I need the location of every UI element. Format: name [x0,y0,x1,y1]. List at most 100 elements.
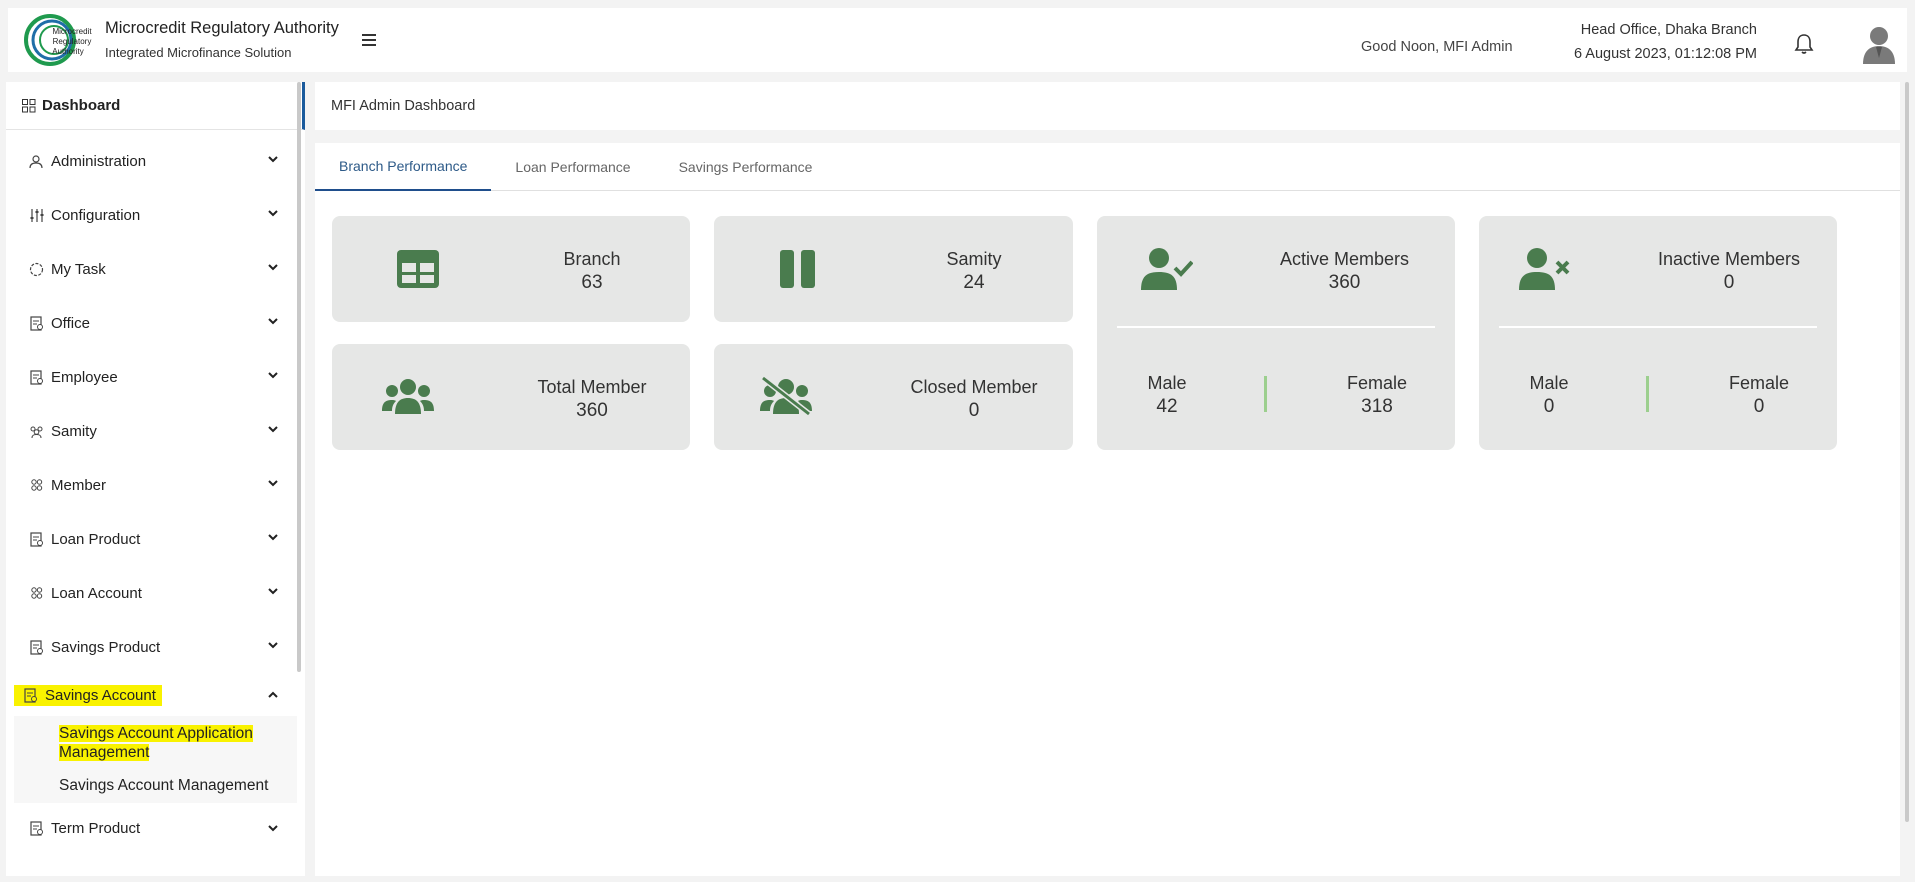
tab-loan-performance[interactable]: Loan Performance [491,143,654,191]
card-title: Closed Member [910,377,1038,397]
branch-info: Head Office, Dhaka Branch 6 August 2023,… [1574,18,1757,66]
sidebar-item-label: My Task [51,260,106,278]
closed-member-card: Closed Member 0 [714,344,1073,450]
chevron-down-icon [268,156,278,163]
sidebar-item-savings-product[interactable]: Savings Product [6,620,305,674]
org-name: Microcredit Regulatory Authority [105,19,339,37]
group-icon [28,423,44,439]
current-datetime: 6 August 2023, 01:12:08 PM [1574,46,1757,62]
document-icon [22,687,38,703]
female-label: Female [1346,373,1408,393]
sidebar-item-label: Loan Account [51,584,142,602]
mra-logo: Microcredit Regulatory Authority [24,14,92,66]
bell-icon[interactable] [1794,33,1814,55]
menu-toggle-icon[interactable] [362,34,376,46]
members-icon [28,585,44,601]
sidebar-menu: Administration Configuration My Task Off… [6,130,305,853]
card-divider [1117,326,1435,328]
chevron-down-icon [268,318,278,325]
inactive-members-card: Inactive Members 0 Male 0 Female 0 [1479,216,1837,450]
sidebar-item-savings-account[interactable]: Savings Account [6,674,305,716]
sidebar-item-label: Samity [51,422,97,440]
document-icon [28,820,44,836]
sidebar-item-label: Savings Product [51,638,161,656]
card-value: 0 [1723,272,1735,293]
male-label: Male [1529,373,1569,393]
female-value: 318 [1361,396,1393,417]
greeting-text: Good Noon, MFI Admin [1361,39,1513,55]
tab-bar: Branch Performance Loan Performance Savi… [315,143,1900,191]
users-icon [382,379,434,414]
user-avatar[interactable] [1861,24,1897,64]
sidebar-item-my-task[interactable]: My Task [6,242,305,296]
card-value: 0 [968,400,980,421]
sidebar-item-label: Savings Account [45,686,156,704]
submenu-item-savings-account-management[interactable]: Savings Account Management [14,772,297,799]
sidebar-item-administration[interactable]: Administration [6,134,305,188]
submenu-label: Savings Account Management [59,777,269,794]
page-scrollbar[interactable] [1905,82,1909,822]
org-subtitle: Integrated Microfinance Solution [105,45,292,60]
document-icon [28,531,44,547]
card-title: Total Member [537,377,647,397]
card-value: 360 [1328,272,1361,293]
table-icon [397,250,439,288]
savings-account-submenu: Savings Account Application Management S… [14,716,297,803]
brand-block: Microcredit Regulatory Authority Integra… [105,19,339,60]
branch-name: Head Office, Dhaka Branch [1580,22,1757,38]
male-label: Male [1147,373,1187,393]
highlight: Savings Account [14,684,162,706]
chevron-down-icon [268,642,278,649]
submenu-label: Savings Account Application Management [59,725,253,761]
user-check-icon [1141,248,1193,290]
samity-card: Samity 24 [714,216,1073,322]
tab-savings-performance[interactable]: Savings Performance [655,143,837,191]
sidebar-item-label: Employee [51,368,118,386]
sidebar-item-employee[interactable]: Employee [6,350,305,404]
card-title: Branch [563,249,621,269]
sidebar-scrollbar[interactable] [297,82,301,672]
total-member-card: Total Member 360 [332,344,690,450]
sidebar-item-samity[interactable]: Samity [6,404,305,458]
sidebar-item-loan-account[interactable]: Loan Account [6,566,305,620]
document-icon [28,315,44,331]
sidebar-item-label: Member [51,476,107,494]
card-title: Samity [946,249,1002,269]
gender-divider [1264,376,1267,412]
chevron-down-icon [268,210,278,217]
submenu-item-savings-application[interactable]: Savings Account Application Management [14,720,297,766]
dashboard-label: Dashboard [42,97,121,114]
chevron-down-icon [268,534,278,541]
chevron-up-icon [268,691,278,698]
male-value: 0 [1543,396,1555,417]
sidebar: Dashboard Administration Configuration M… [6,82,305,876]
card-value: 63 [581,272,603,293]
sidebar-item-member[interactable]: Member [6,458,305,512]
dashboard-panel: Branch Performance Loan Performance Savi… [315,143,1900,876]
chevron-down-icon [268,264,278,271]
document-icon [28,639,44,655]
members-icon [28,477,44,493]
user-settings-icon [28,153,44,169]
sidebar-item-office[interactable]: Office [6,296,305,350]
document-icon [28,369,44,385]
sidebar-item-label: Loan Product [51,530,141,548]
sidebar-item-term-product[interactable]: Term Product [6,803,305,853]
gender-divider [1646,376,1649,412]
sidebar-item-label: Office [51,314,90,332]
sidebar-item-loan-product[interactable]: Loan Product [6,512,305,566]
svg-text:Regulatory: Regulatory [53,37,92,46]
sliders-icon [28,207,44,223]
tab-branch-performance[interactable]: Branch Performance [315,143,492,191]
svg-text:Authority: Authority [52,47,84,56]
card-title: Inactive Members [1657,249,1801,269]
top-header: Microcredit Regulatory Authority Microcr… [8,8,1907,72]
sidebar-item-label: Administration [51,152,147,170]
pause-icon [780,250,815,288]
chevron-down-icon [268,372,278,379]
sidebar-item-dashboard[interactable]: Dashboard [6,82,305,130]
card-title: Active Members [1279,249,1410,269]
chevron-down-icon [268,480,278,487]
sidebar-item-label: Term Product [51,819,141,837]
sidebar-item-configuration[interactable]: Configuration [6,188,305,242]
